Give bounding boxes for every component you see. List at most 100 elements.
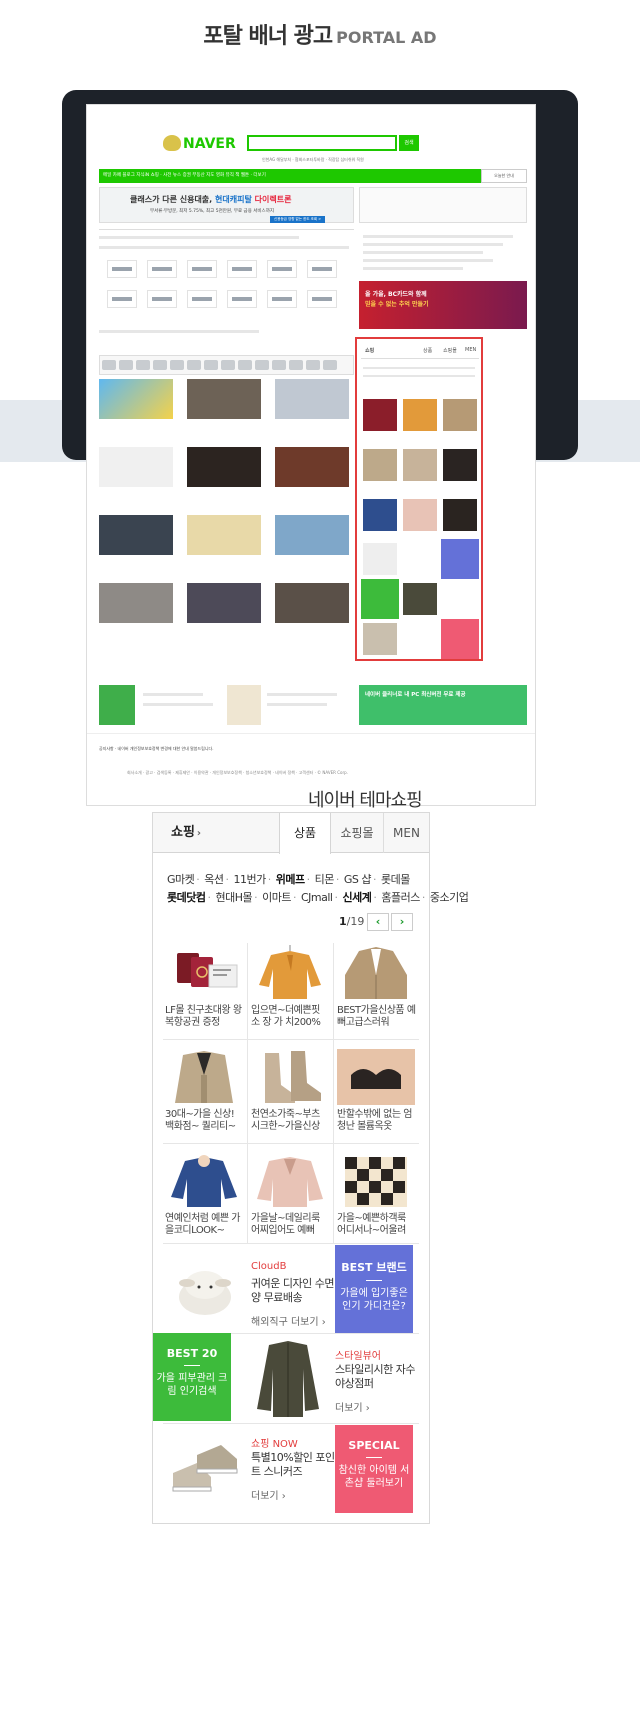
mall-link[interactable]: GS 샵 [344, 873, 372, 886]
news-thumb[interactable] [187, 515, 261, 555]
promo-more-link[interactable]: 더보기 › [251, 1487, 286, 1502]
promo-text[interactable]: 특별10%할인 포인트 스니커즈 [251, 1451, 335, 1479]
naver-service-menu[interactable]: 메일 카페 블로그 지식iN 쇼핑 · 사전 뉴스 증권 부동산 지도 영화 뮤… [99, 169, 481, 183]
naver-green-banner[interactable]: 네이버 클리너로 내 PC 최신버전 무료 제공 [359, 685, 527, 725]
product-card[interactable]: 입으면~더예쁜핏 소 장 가 치200% [249, 943, 331, 1039]
shortcut-icon[interactable] [323, 360, 337, 370]
mall-link[interactable]: 신세계 [343, 891, 372, 904]
product-card[interactable]: 30대~가을 신상! 백화점~ 퀄리티~ [163, 1047, 245, 1143]
shortcut-icon[interactable] [102, 360, 116, 370]
naver-search-suggestions[interactable]: 인천AG 해달부처 · 협회스포타투바람 · 직장탑 심터쉬워 직원 [262, 157, 364, 163]
shortcut-icon[interactable] [136, 360, 150, 370]
mini-product-image[interactable] [363, 449, 397, 481]
mini-product-image[interactable] [403, 499, 437, 531]
mini-product-image[interactable] [403, 449, 437, 481]
mall-link[interactable]: 위메프 [276, 873, 305, 886]
tab-malls[interactable]: 쇼핑몰 [331, 813, 383, 853]
naver-login-box[interactable] [359, 187, 527, 223]
naver-menu-right[interactable]: 오늘한 안내 [481, 169, 527, 183]
promo-block-best-brand[interactable]: BEST 브랜드 가을에 입기좋은 인기 가디건은? [335, 1245, 413, 1333]
sheep-toy-icon[interactable] [167, 1255, 241, 1325]
press-tile[interactable] [107, 290, 137, 308]
news-thumb[interactable] [275, 515, 349, 555]
shortcut-icon[interactable] [187, 360, 201, 370]
shortcut-icon[interactable] [221, 360, 235, 370]
news-thumb[interactable] [275, 379, 349, 419]
promo-block-special[interactable]: SPECIAL 참신한 아이템 서촌샵 둘러보기 [335, 1425, 413, 1513]
mini-tab-product[interactable]: 상품 [423, 347, 432, 354]
press-tile[interactable] [227, 290, 257, 308]
sneakers-icon[interactable] [167, 1433, 247, 1505]
mini-promo-image[interactable] [363, 623, 397, 655]
mini-product-image[interactable] [363, 499, 397, 531]
product-card[interactable]: 반할수밖에 없는 엄청난 볼륨옥옷 [335, 1047, 417, 1143]
naver-side-ad[interactable]: 올 가을, BC카드와 함께 믿을 수 없는 추억 만들기 [359, 281, 527, 329]
product-card[interactable]: BEST가을신상품 예뻐고급스러워 [335, 943, 417, 1039]
naver-top-banner[interactable]: 클래스가 다른 신용대출, 현대캐피탈 다이렉트론 무서류·무방문, 최저 5.… [99, 187, 354, 223]
banner-cta[interactable]: 신용등급 영향 없는 한도 조회 > [270, 216, 326, 223]
shortcut-icon[interactable] [238, 360, 252, 370]
news-thumb[interactable] [99, 583, 173, 623]
news-thumb[interactable] [187, 583, 261, 623]
press-tile[interactable] [307, 260, 337, 278]
press-tile[interactable] [187, 260, 217, 278]
press-tile[interactable] [187, 290, 217, 308]
shortcut-icon[interactable] [170, 360, 184, 370]
mall-link[interactable]: 이마트 [262, 891, 291, 904]
naver-bottom-promo[interactable] [99, 685, 354, 725]
mini-promo-image[interactable] [363, 543, 397, 575]
mall-link[interactable]: 11번가 [234, 873, 267, 886]
mini-tab-shop[interactable]: 쇼핑 [365, 347, 374, 354]
mini-product-image[interactable] [403, 399, 437, 431]
promo-more-link[interactable]: 해외직구 더보기 › [251, 1313, 326, 1328]
press-tile[interactable] [227, 260, 257, 278]
field-jacket-icon[interactable] [253, 1339, 323, 1419]
press-tile[interactable] [147, 260, 177, 278]
mini-tab-men[interactable]: MEN [465, 347, 476, 353]
product-card[interactable]: 가을날~데일리룩 어찌입어도 예뻐 [249, 1151, 331, 1247]
footer-notice[interactable]: 공지사항 · 네이버 개인정보보호정책 변경에 대한 안내 말씀드립니다. [99, 746, 213, 752]
mini-product-image[interactable] [443, 449, 477, 481]
mini-promo-image[interactable] [403, 583, 437, 615]
mall-link[interactable]: G마켓 [167, 873, 195, 886]
product-card[interactable]: 천연소가죽~부츠 시크한~가을신상 [249, 1047, 331, 1143]
news-thumb[interactable] [275, 583, 349, 623]
press-tile[interactable] [267, 260, 297, 278]
tab-shopping[interactable]: 쇼핑 › [153, 813, 279, 853]
mini-product-image[interactable] [363, 399, 397, 431]
promo-text[interactable]: 스타일리시한 자수 야상점퍼 [335, 1363, 425, 1391]
mall-link[interactable]: 현대H몰 [215, 891, 252, 904]
news-thumb[interactable] [275, 447, 349, 487]
mini-tab-mall[interactable]: 쇼핑몰 [443, 347, 457, 354]
product-card[interactable]: LF몰 친구초대왕 왕복항공권 증정 [163, 943, 245, 1039]
news-thumb[interactable] [99, 447, 173, 487]
tab-men[interactable]: MEN [383, 813, 429, 853]
mini-product-image[interactable] [443, 399, 477, 431]
shortcut-icon[interactable] [272, 360, 286, 370]
mini-product-image[interactable] [443, 499, 477, 531]
mall-link[interactable]: 옥션 [204, 873, 224, 886]
promo-more-link[interactable]: 더보기 › [335, 1399, 370, 1414]
mini-promo-block[interactable] [441, 619, 479, 659]
product-card[interactable]: 가을~예쁜하객룩 어디서나~어울려 [335, 1151, 417, 1247]
news-thumb[interactable] [99, 515, 173, 555]
press-tile[interactable] [267, 290, 297, 308]
shortcut-icon[interactable] [306, 360, 320, 370]
naver-search-button[interactable]: 검색 [399, 135, 419, 151]
press-tile[interactable] [107, 260, 137, 278]
shortcut-icon[interactable] [119, 360, 133, 370]
shortcut-icon[interactable] [204, 360, 218, 370]
shortcut-icon[interactable] [255, 360, 269, 370]
news-thumb[interactable] [187, 447, 261, 487]
press-tile[interactable] [147, 290, 177, 308]
mall-link[interactable]: 티몬 [315, 873, 335, 886]
press-tile[interactable] [307, 290, 337, 308]
highlighted-shopping-area[interactable]: 쇼핑 상품 쇼핑몰 MEN [355, 337, 483, 661]
mall-link[interactable]: 롯데몰 [381, 873, 410, 886]
prev-page-button[interactable]: ‹ [367, 913, 389, 931]
news-thumb[interactable] [99, 379, 173, 419]
mall-link[interactable]: 중소기업 [430, 891, 469, 904]
next-page-button[interactable]: › [391, 913, 413, 931]
news-thumb[interactable] [187, 379, 261, 419]
naver-logo[interactable]: NAVER [163, 135, 243, 153]
